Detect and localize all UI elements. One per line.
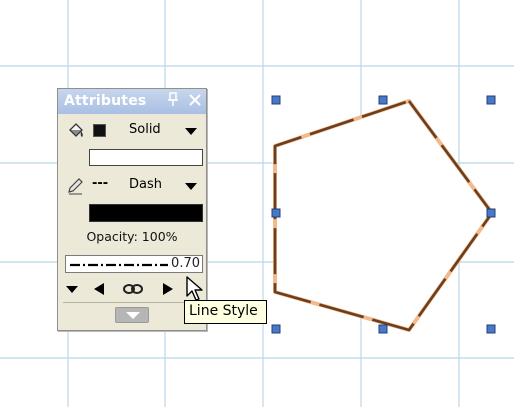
close-icon[interactable] — [188, 93, 202, 107]
pin-icon[interactable] — [167, 92, 179, 108]
selection-handle — [271, 95, 281, 105]
start-arrowhead-icon[interactable] — [93, 282, 105, 296]
line-width-value[interactable]: 0.70 — [171, 256, 200, 271]
paint-bucket-icon[interactable] — [66, 121, 86, 141]
fill-style-dropdown-arrow[interactable] — [185, 128, 197, 135]
stroke-style-dropdown-arrow[interactable] — [185, 183, 197, 190]
arrowhead-dropdown-arrow[interactable] — [66, 286, 78, 293]
selection-handle — [486, 324, 496, 334]
selection-handle — [486, 95, 496, 105]
stroke-row: --- Dash — [58, 175, 206, 197]
selection-handle — [378, 324, 388, 334]
palette-titlebar[interactable]: Attributes — [58, 89, 206, 114]
opacity-label: Opacity: 100% — [86, 229, 178, 244]
selection-handle — [378, 95, 388, 105]
fill-color-bar[interactable] — [89, 149, 203, 166]
fill-row: Solid — [58, 120, 206, 142]
palette-divider — [63, 302, 201, 303]
stroke-color-bar[interactable] — [89, 204, 203, 222]
stroke-style-label[interactable]: Dash — [129, 177, 162, 192]
line-style-field[interactable]: 0.70 — [65, 255, 203, 273]
selection-handle — [271, 324, 281, 334]
arrow-cursor-icon — [186, 276, 203, 301]
stroke-pattern-preview: --- — [92, 176, 109, 191]
expand-palette-button[interactable] — [115, 307, 149, 323]
end-arrowhead-icon[interactable] — [162, 282, 174, 296]
pencil-icon[interactable] — [66, 177, 84, 195]
selection-handle — [271, 208, 281, 218]
selection-handle — [486, 208, 496, 218]
fill-style-label[interactable]: Solid — [129, 122, 161, 137]
expand-arrow-icon — [126, 312, 140, 319]
arrowhead-row — [58, 279, 206, 299]
link-icon[interactable] — [122, 282, 144, 296]
line-style-preview — [70, 263, 168, 267]
fill-color-swatch[interactable] — [93, 124, 106, 137]
tooltip: Line Style — [184, 300, 267, 324]
tooltip-text: Line Style — [189, 303, 258, 319]
palette-title: Attributes — [64, 93, 147, 109]
